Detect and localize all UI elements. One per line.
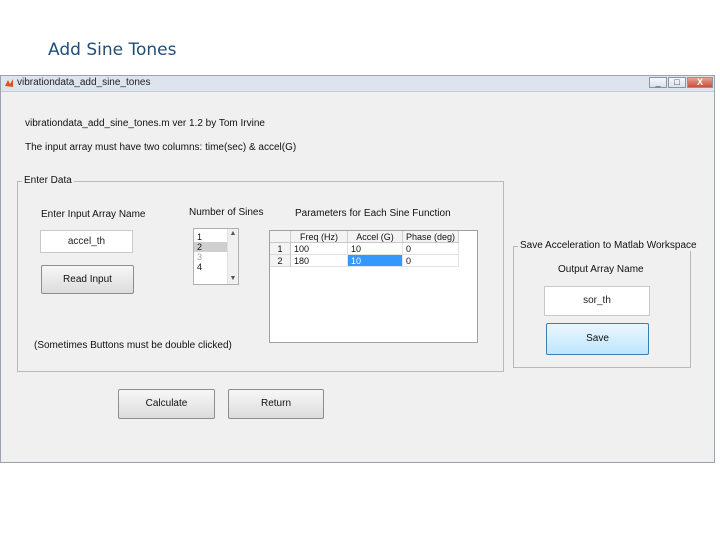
return-button[interactable]: Return	[228, 389, 324, 419]
maximize-button[interactable]: □	[668, 77, 686, 88]
matlab-app-icon	[5, 79, 13, 87]
minimize-button[interactable]: _	[649, 77, 667, 88]
scroll-down-arrow-icon[interactable]: ▼	[228, 274, 238, 284]
save-acceleration-panel: Save Acceleration to Matlab Workspace Ou…	[513, 240, 699, 368]
window-title: vibrationdata_add_sine_tones	[17, 77, 151, 88]
sines-scrollbar[interactable]: ▲ ▼	[227, 229, 238, 284]
scroll-up-arrow-icon[interactable]: ▲	[228, 229, 238, 239]
column-header-freq[interactable]: Freq (Hz)	[291, 231, 348, 243]
output-array-label: Output Array Name	[558, 264, 644, 275]
number-of-sines-label: Number of Sines	[189, 207, 264, 218]
read-input-button[interactable]: Read Input	[41, 265, 134, 294]
close-button[interactable]: X	[687, 77, 713, 88]
parameters-label: Parameters for Each Sine Function	[295, 208, 451, 219]
input-array-label: Enter Input Array Name	[41, 209, 146, 220]
enter-data-title: Enter Data	[22, 175, 74, 186]
sine-parameters-table[interactable]: Freq (Hz) Accel (G) Phase (deg) 1 100 10…	[269, 230, 478, 343]
save-button[interactable]: Save	[546, 323, 649, 355]
row-header-2[interactable]: 2	[270, 255, 291, 267]
cell-freq-2[interactable]: 180	[291, 255, 348, 267]
calculate-button[interactable]: Calculate	[118, 389, 215, 419]
enter-data-panel: Enter Data Enter Input Array Name accel_…	[17, 175, 504, 372]
input-array-field[interactable]: accel_th	[40, 230, 133, 253]
cell-accel-2-selected[interactable]: 10	[348, 255, 403, 267]
cell-phase-1[interactable]: 0	[403, 243, 459, 255]
header-instruction-text: The input array must have two columns: t…	[25, 142, 297, 153]
save-panel-title: Save Acceleration to Matlab Workspace	[518, 240, 699, 251]
slide-title: Add Sine Tones	[48, 40, 177, 60]
cell-freq-1[interactable]: 100	[291, 243, 348, 255]
header-version-text: vibrationdata_add_sine_tones.m ver 1.2 b…	[25, 118, 265, 129]
table-corner	[270, 231, 291, 243]
app-window: vibrationdata_add_sine_tones _ □ X vibra…	[0, 75, 715, 463]
column-header-phase[interactable]: Phase (deg)	[403, 231, 459, 243]
cell-phase-2[interactable]: 0	[403, 255, 459, 267]
row-header-1[interactable]: 1	[270, 243, 291, 255]
number-of-sines-listbox[interactable]: 1 2 3 4 ▲ ▼	[193, 228, 239, 285]
output-array-field[interactable]: sor_th	[544, 286, 650, 316]
column-header-accel[interactable]: Accel (G)	[348, 231, 403, 243]
window-titlebar[interactable]: vibrationdata_add_sine_tones _ □ X	[1, 76, 714, 92]
cell-accel-1[interactable]: 10	[348, 243, 403, 255]
double-click-note: (Sometimes Buttons must be double clicke…	[34, 340, 232, 351]
